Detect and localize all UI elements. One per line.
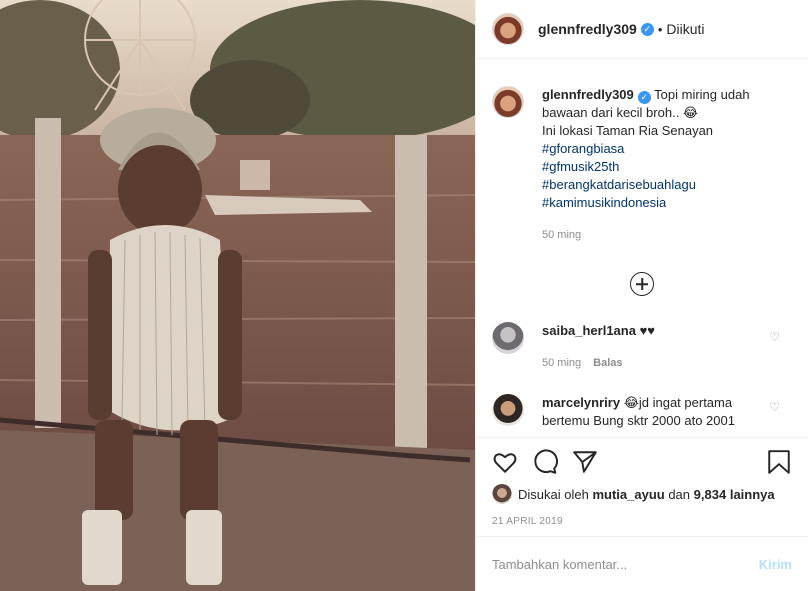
hashtag-link[interactable]: #gfmusik25th xyxy=(542,158,770,176)
caption-time[interactable]: 50 ming xyxy=(542,229,581,241)
comment-row: marcelynriry 😂jd ingat pertama bertemu B… xyxy=(492,394,792,430)
comment-input[interactable] xyxy=(492,556,759,572)
caption-row: glennfredly309 ✓ Topi miring udah bawaan … xyxy=(492,60,792,244)
caption-author-avatar[interactable] xyxy=(492,86,524,118)
comment-meta: 50 ming Balas xyxy=(542,354,770,372)
share-icon[interactable] xyxy=(572,449,598,475)
comment-body: saiba_herl1ana ♥♥ 50 ming Balas xyxy=(542,322,770,372)
caption-body: glennfredly309 ✓ Topi miring udah bawaan … xyxy=(542,86,770,244)
comment-like-heart-icon[interactable]: ♡ xyxy=(769,330,780,344)
plus-circle-icon[interactable] xyxy=(630,272,654,296)
comment-text: ♥♥ xyxy=(639,323,656,338)
hashtag-link[interactable]: #kamimusikindonesia xyxy=(542,194,770,212)
verified-icon: ✓ xyxy=(640,22,654,36)
vintage-photo-image xyxy=(0,0,475,591)
comment-row: saiba_herl1ana ♥♥ 50 ming Balas ♡ xyxy=(492,322,792,372)
comment-username[interactable]: saiba_herl1ana xyxy=(542,323,636,338)
commenter-avatar[interactable] xyxy=(492,322,524,354)
liker-username[interactable]: mutia_ayuu xyxy=(592,487,664,502)
caption-meta: 50 ming xyxy=(542,226,770,244)
reply-button[interactable]: Balas xyxy=(593,357,622,369)
post-photo[interactable] xyxy=(0,0,475,591)
comment-username[interactable]: marcelynriry xyxy=(542,395,620,410)
post-detail-panel: glennfredly309 ✓ • Diikuti glennfredly30… xyxy=(475,0,808,591)
caption-location-text: Ini lokasi Taman Ria Senayan xyxy=(542,123,714,138)
commenter-avatar[interactable] xyxy=(492,394,524,426)
comments-list[interactable]: glennfredly309 ✓ Topi miring udah bawaan … xyxy=(476,60,808,437)
comment-icon[interactable] xyxy=(532,449,558,475)
follow-status-button[interactable]: Diikuti xyxy=(666,21,704,37)
hashtag-link[interactable]: #gforangbiasa xyxy=(542,140,770,158)
liker-avatar[interactable] xyxy=(492,484,512,504)
caption-username[interactable]: glennfredly309 xyxy=(542,87,634,102)
comment-time[interactable]: 50 ming xyxy=(542,357,581,369)
author-avatar[interactable] xyxy=(492,13,524,45)
add-comment-bar: Kirim xyxy=(476,536,808,591)
likes-prefix: Disukai oleh xyxy=(518,486,589,502)
likes-middle: dan xyxy=(668,486,691,502)
author-username[interactable]: glennfredly309 xyxy=(538,21,637,37)
comment-like-heart-icon[interactable]: ♡ xyxy=(769,400,780,414)
hashtag-link[interactable]: #berangkatdarisebuahlagu xyxy=(542,176,770,194)
likes-suffix[interactable]: lainnya xyxy=(730,487,775,502)
post-header: glennfredly309 ✓ • Diikuti xyxy=(476,0,808,59)
likes-count[interactable]: 9,834 xyxy=(694,487,727,502)
send-comment-button[interactable]: Kirim xyxy=(759,557,792,572)
post-date[interactable]: 21 APRIL 2019 xyxy=(492,516,792,527)
verified-icon: ✓ xyxy=(637,91,651,104)
bookmark-icon[interactable] xyxy=(766,449,792,475)
heart-icon[interactable] xyxy=(492,449,518,475)
action-icons xyxy=(492,448,792,476)
comment-body: marcelynriry 😂jd ingat pertama bertemu B… xyxy=(542,394,770,430)
load-more-comments[interactable] xyxy=(492,272,792,296)
likes-summary: Disukai oleh mutia_ayuu dan 9,834 lainny… xyxy=(492,484,792,504)
separator-dot: • xyxy=(657,21,663,37)
